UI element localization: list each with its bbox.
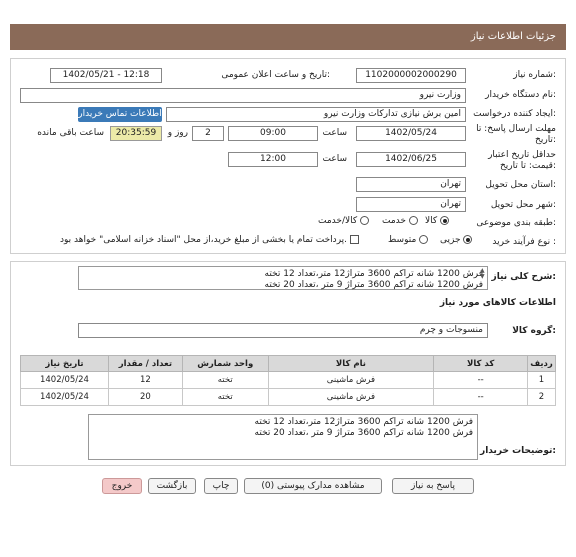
creator-label: ایجاد کننده درخواست: [473,109,556,119]
process-label: نوع فرآیند خرید : [492,237,556,247]
category-option-goods[interactable]: کالا [425,216,450,226]
goods-group-label: گروه کالا: [512,326,556,336]
summary-label: شرح کلی نیاز: [491,272,556,282]
category-option-both[interactable]: کالا/خدمت [318,216,370,226]
cell-name: فرش ماشینی [267,371,435,389]
page-title-bar: جزئیات اطلاعات نیاز [10,24,566,50]
goods-table-header: ردیف کد کالا نام کالا واحد شمارش تعداد /… [20,355,556,372]
process-option-partial-label: جزیی [440,235,461,245]
cell-row: 1 [527,371,556,389]
col-qty-header: تعداد / مقدار [107,355,183,372]
scroll-arrows-icon[interactable]: ▲ ▼ [480,268,485,280]
remaining-label: ساعت باقی مانده [37,128,104,138]
creator-field: امین برش نیازی تدارکات وزارت نیرو [166,107,466,122]
checkbox-icon[interactable] [349,235,359,244]
process-option-medium[interactable]: متوسط [388,235,429,245]
buyer-org-label: نام دستگاه خریدار: [485,90,556,100]
cell-code: -- [433,371,529,389]
deadline-time-label: ساعت [322,128,348,138]
col-row-header: ردیف [527,355,556,372]
buyer-notes-label: توضیحات خریدار: [480,446,556,456]
category-option-service-label: خدمت [382,216,406,226]
exit-button[interactable]: خروج [102,478,142,494]
radio-selected-icon[interactable] [463,235,473,244]
validity-label: حداقل تاریخ اعتبار قیمت: تا تاریخ: [464,150,556,172]
validity-date-field: 1402/06/25 [356,152,466,167]
table-row: 1 -- فرش ماشینی تخته 12 1402/05/24 [20,371,556,389]
province-field: تهران [356,177,466,192]
category-option-service[interactable]: خدمت [382,216,418,226]
back-button[interactable]: بازگشت [148,478,196,494]
deadline-label: مهلت ارسال پاسخ: تا تاریخ: [464,124,556,146]
goods-table: ردیف کد کالا نام کالا واحد شمارش تعداد /… [20,355,556,406]
treasury-payment-note: پرداخت تمام یا بخشی از مبلغ خرید،از محل … [60,235,348,245]
category-option-goods-label: کالا [425,216,438,226]
cell-row: 2 [527,388,556,406]
col-code-header: کد کالا [433,355,529,372]
treasury-payment-option[interactable]: پرداخت تمام یا بخشی از مبلغ خرید،از محل … [60,235,359,245]
cell-code: -- [433,388,529,406]
validity-time-label: ساعت [322,154,348,164]
radio-icon[interactable] [408,216,418,225]
radio-icon[interactable] [360,216,370,225]
cell-date: 1402/05/24 [20,388,109,406]
deadline-time-field: 09:00 [228,126,318,141]
goods-group-field: منسوجات و چرم [78,323,488,338]
table-row: 2 -- فرش ماشینی تخته 20 1402/05/24 [20,388,556,406]
col-date-header: تاریخ نیاز [20,355,109,372]
deadline-date-field: 1402/05/24 [356,126,466,141]
buyer-contact-link[interactable]: اطلاعات تماس خریدار [78,107,162,122]
validity-label-text: حداقل تاریخ اعتبار قیمت: تا تاریخ: [488,150,556,171]
radio-selected-icon[interactable] [440,216,450,225]
process-option-medium-label: متوسط [388,235,417,245]
buyer-org-field: وزارت نیرو [20,88,466,103]
cell-name: فرش ماشینی [267,388,435,406]
category-option-both-label: کالا/خدمت [318,216,358,226]
summary-textarea[interactable]: فرش 1200 شانه تراکم 3600 متراژ12 متر،تعد… [78,266,488,290]
cell-unit: تخته [181,388,269,406]
col-name-header: نام کالا [267,355,435,372]
validity-time-field: 12:00 [228,152,318,167]
cell-qty: 12 [107,371,183,389]
remaining-timer: 20:35:59 [110,126,162,141]
attachments-button[interactable]: مشاهده مدارک پیوستی (0) [244,478,382,494]
page-title: جزئیات اطلاعات نیاز [470,31,556,42]
goods-info-title: اطلاعات کالاهای مورد نیاز [439,298,556,308]
process-option-partial[interactable]: جزیی [440,235,473,245]
announce-label: تاریخ و ساعت اعلان عمومی: [221,70,330,80]
reply-button[interactable]: پاسخ به نیاز [392,478,474,494]
cell-qty: 20 [107,388,183,406]
province-label: استان محل تحویل: [485,180,556,190]
buyer-notes-textarea[interactable]: فرش 1200 شانه تراکم 3600 متراژ12 متر،تعد… [88,414,478,460]
print-button[interactable]: چاپ [204,478,238,494]
days-label: روز و [167,128,188,138]
cell-date: 1402/05/24 [20,371,109,389]
announce-field: 1402/05/21 - 12:18 [50,68,162,83]
cell-unit: تخته [181,371,269,389]
need-number-label: شماره نیاز: [513,70,556,80]
deadline-label-text: مهلت ارسال پاسخ: تا تاریخ: [476,124,556,145]
days-field: 2 [192,126,224,141]
radio-icon[interactable] [419,235,429,244]
need-number-field: 1102000002000290 [356,68,466,83]
category-label: طبقه بندی موضوعی: [476,218,556,228]
city-label: شهر محل تحویل: [490,200,556,210]
city-field: تهران [356,197,466,212]
col-unit-header: واحد شمارش [181,355,269,372]
